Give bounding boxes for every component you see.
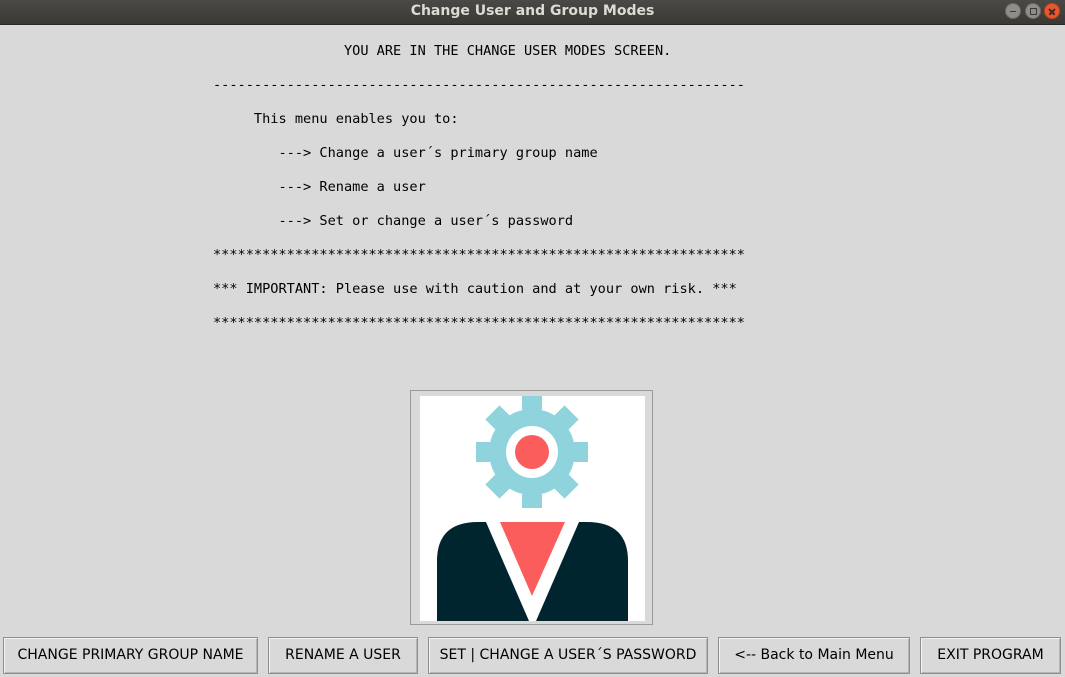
feature-item: ---> Rename a user	[213, 179, 426, 195]
title-bar[interactable]: Change User and Group Modes	[0, 0, 1065, 25]
feature-item: ---> Change a user´s primary group name	[213, 145, 598, 161]
back-to-main-menu-button[interactable]: <-- Back to Main Menu	[718, 637, 910, 674]
illustration-frame	[410, 390, 653, 625]
rename-user-button[interactable]: RENAME A USER	[268, 637, 418, 674]
user-gear-icon	[437, 396, 628, 621]
minimize-icon[interactable]	[1005, 3, 1021, 19]
app-window: Change User and Group Modes YOU ARE IN T…	[0, 0, 1065, 677]
exit-program-button[interactable]: EXIT PROGRAM	[920, 637, 1061, 674]
feature-item: ---> Set or change a user´s password	[213, 213, 574, 229]
change-primary-group-button[interactable]: CHANGE PRIMARY GROUP NAME	[3, 637, 258, 674]
illustration	[420, 396, 645, 621]
divider-stars: ****************************************…	[213, 315, 745, 331]
menu-intro-text: This menu enables you to:	[213, 111, 459, 127]
close-icon[interactable]	[1044, 3, 1060, 19]
window-title: Change User and Group Modes	[410, 3, 655, 19]
maximize-icon[interactable]	[1025, 3, 1041, 19]
warning-text: *** IMPORTANT: Please use with caution a…	[213, 281, 737, 297]
screen-heading: YOU ARE IN THE CHANGE USER MODES SCREEN.	[213, 43, 672, 59]
divider-stars: ****************************************…	[213, 247, 745, 263]
set-password-button[interactable]: SET | CHANGE A USER´S PASSWORD	[428, 637, 708, 674]
divider-dashes: ----------------------------------------…	[213, 77, 745, 93]
